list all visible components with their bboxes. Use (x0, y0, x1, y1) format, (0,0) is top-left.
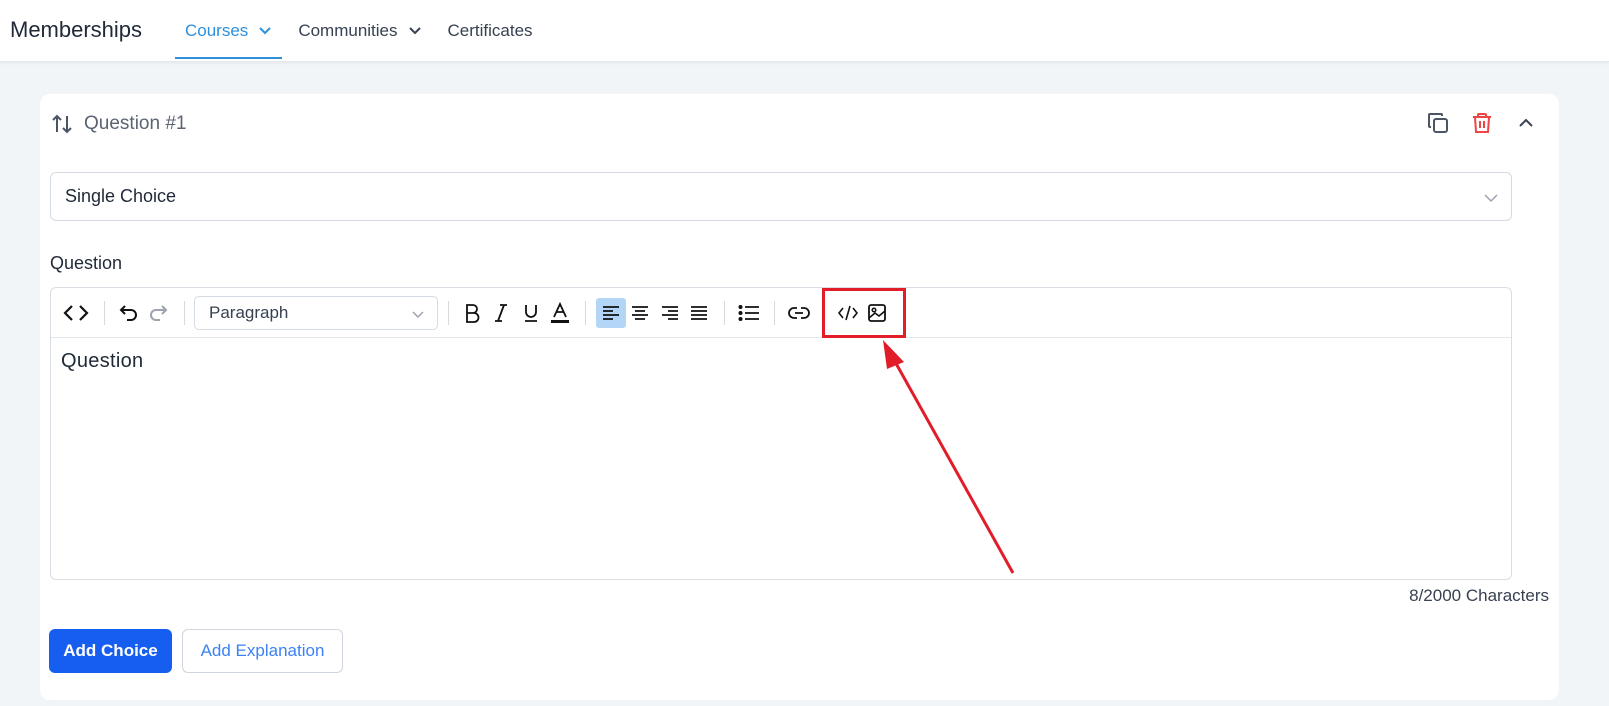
block-format-value: Paragraph (209, 303, 289, 322)
chevron-up-icon (1519, 118, 1533, 127)
undo-icon (119, 305, 137, 321)
text-color-icon (551, 302, 569, 323)
chevron-down-icon (1484, 194, 1498, 203)
bullet-list-button[interactable] (734, 298, 764, 328)
chevron-down-icon (408, 27, 421, 35)
bullet-list-icon (738, 305, 759, 321)
add-explanation-button[interactable]: Add Explanation (182, 629, 343, 673)
rich-text-editor: Paragraph Question (50, 287, 1512, 580)
question-label: Question (50, 253, 123, 273)
tab-courses-label: Courses (185, 21, 249, 40)
question-type-select[interactable]: Single Choice (50, 172, 1512, 221)
delete-button[interactable] (1469, 110, 1495, 136)
editor-toolbar: Paragraph (51, 288, 1511, 338)
italic-button[interactable] (486, 298, 516, 328)
toolbar-divider (585, 301, 586, 325)
code-view-button[interactable] (61, 298, 91, 328)
align-right-icon (662, 306, 678, 320)
main-nav: Courses Communities Certificates (175, 0, 549, 62)
block-format-select[interactable]: Paragraph (194, 296, 438, 330)
align-justify-button[interactable] (684, 298, 714, 328)
question-card: Question #1 Single Choice Question Parag… (40, 94, 1559, 700)
toolbar-divider (724, 301, 725, 325)
link-button[interactable] (784, 298, 814, 328)
add-choice-button[interactable]: Add Choice (49, 629, 172, 673)
toolbar-divider (774, 301, 775, 325)
question-header: Question #1 (50, 112, 186, 136)
bold-icon (466, 304, 480, 323)
app-title: Memberships (10, 17, 143, 42)
toolbar-divider (448, 301, 449, 325)
chevron-down-icon (259, 27, 272, 35)
insert-code-button[interactable] (833, 298, 863, 328)
align-left-icon (603, 306, 619, 320)
code-icon (838, 305, 858, 321)
align-center-icon (632, 306, 648, 320)
top-nav-bar: Memberships Courses Communities Certific… (0, 0, 1609, 62)
tab-certificates-label: Certificates (447, 21, 533, 40)
toolbar-divider (184, 301, 185, 325)
link-icon (788, 307, 810, 319)
character-count: 8/2000 Characters (1409, 586, 1549, 605)
question-type-value: Single Choice (65, 186, 177, 206)
tab-courses[interactable]: Courses (175, 0, 283, 62)
italic-icon (495, 304, 507, 322)
align-left-button[interactable] (596, 298, 626, 328)
align-center-button[interactable] (625, 298, 655, 328)
underline-icon (525, 305, 537, 322)
question-actions (1425, 110, 1539, 136)
code-view-icon (63, 305, 89, 321)
toolbar-divider (104, 301, 105, 325)
undo-button[interactable] (114, 298, 144, 328)
align-right-button[interactable] (655, 298, 685, 328)
underline-button[interactable] (516, 298, 546, 328)
tab-communities[interactable]: Communities (288, 0, 431, 62)
text-color-button[interactable] (545, 298, 575, 328)
chevron-down-icon (412, 311, 424, 319)
trash-icon (1473, 113, 1491, 133)
redo-icon (150, 305, 168, 321)
reorder-icon[interactable] (50, 112, 74, 136)
tab-certificates[interactable]: Certificates (438, 0, 543, 62)
bold-button[interactable] (457, 298, 487, 328)
question-title: Question #1 (84, 113, 187, 134)
insert-image-button[interactable] (862, 298, 892, 328)
align-justify-icon (691, 306, 707, 320)
duplicate-button[interactable] (1425, 110, 1451, 136)
tab-communities-label: Communities (298, 21, 398, 40)
image-icon (868, 304, 886, 322)
editor-content[interactable]: Question (51, 338, 1511, 385)
collapse-button[interactable] (1513, 110, 1539, 136)
redo-button[interactable] (143, 298, 173, 328)
copy-icon (1428, 113, 1448, 133)
